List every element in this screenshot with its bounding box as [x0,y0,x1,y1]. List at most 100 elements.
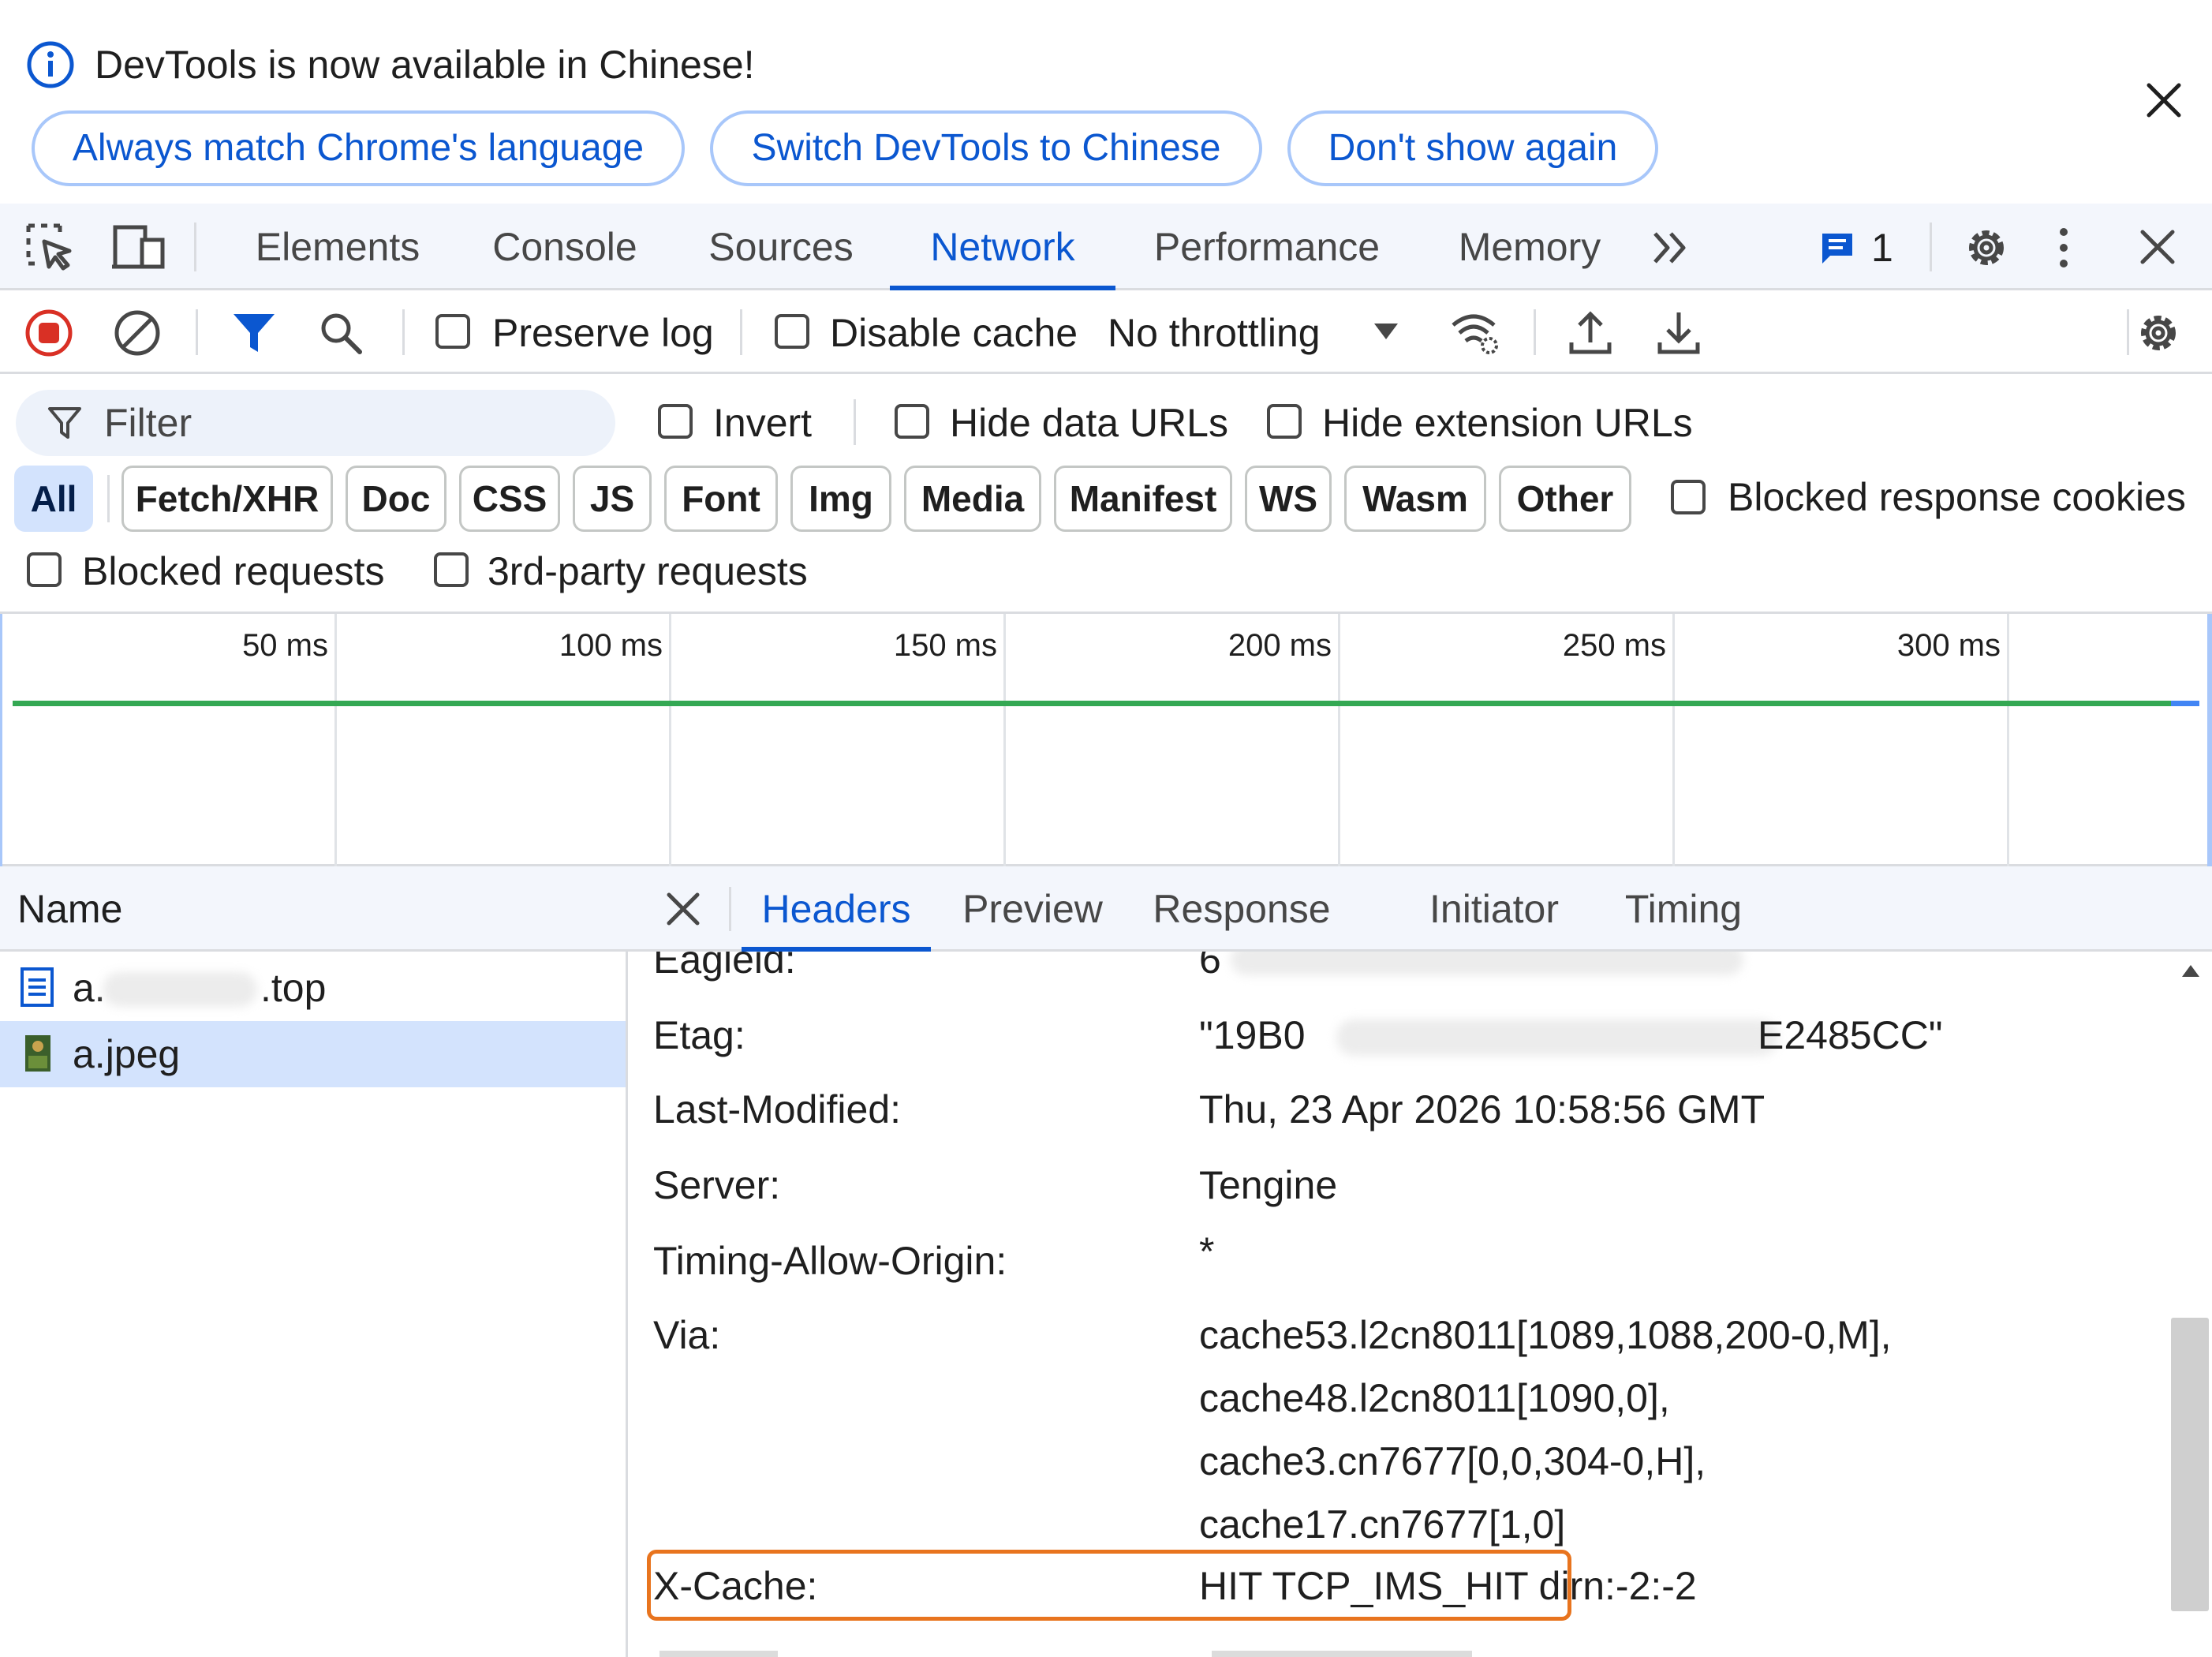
invert-checkbox[interactable] [658,404,693,439]
language-infobar: DevTools is now available in Chinese! Al… [0,0,2212,204]
type-filter-js[interactable]: JS [573,466,652,532]
type-filter-manifest[interactable]: Manifest [1054,466,1232,532]
detail-tab-bar: Headers Preview Response Initiator Timin… [628,866,2212,952]
hide-data-urls-checkbox[interactable] [895,404,929,439]
stop-recording-icon[interactable] [24,308,74,358]
type-filter-media[interactable]: Media [904,466,1041,532]
type-filter-all[interactable]: All [14,466,93,532]
infobar-message: DevTools is now available in Chinese! [95,43,755,87]
hide-extension-urls-label: Hide extension URLs [1322,401,1693,445]
third-party-requests-checkbox[interactable] [434,552,469,587]
timeline-gridline [1672,614,1675,866]
tab-initiator[interactable]: Initiator [1396,866,1592,952]
blocked-response-cookies-checkbox[interactable] [1671,480,1706,514]
name-column-header[interactable]: Name [0,866,628,952]
header-name: Via: [653,1313,721,1357]
throttling-select[interactable]: No throttling [1108,309,1321,357]
info-icon [25,39,76,90]
type-filter-ws[interactable]: WS [1245,466,1332,532]
scrollbar-thumb[interactable] [2171,1318,2209,1611]
header-name: X-Cache: [653,1564,818,1608]
import-har-upload-icon[interactable] [1567,308,1614,358]
type-filter-fetch-xhr[interactable]: Fetch/XHR [121,466,333,532]
request-list: Name a. .top a.jpeg [0,866,628,1657]
filter-funnel-icon[interactable] [230,309,278,357]
timeline-tick-label: 150 ms [893,628,997,663]
timeline-gridline [2007,614,2009,866]
dont-show-again-button[interactable]: Don't show again [1287,110,1658,186]
request-row-selected[interactable]: a.jpeg [0,1021,626,1087]
tab-timing[interactable]: Timing [1605,866,1762,952]
timeline-gridline [1338,614,1340,866]
header-value-line: cache53.l2cn8011[1089,1088,200-0,M], [1199,1313,1892,1357]
disable-cache-label: Disable cache [830,311,1078,355]
settings-gear-icon[interactable] [1961,223,2012,273]
header-value-line: cache3.cn7677[0,0,304-0,H], [1199,1439,1706,1483]
toolbar-divider [729,887,731,931]
blocked-requests-checkbox[interactable] [27,552,62,587]
redacted-blur [103,972,257,1007]
type-filter-doc[interactable]: Doc [346,466,447,532]
scroll-up-arrow-icon[interactable] [2180,963,2201,978]
tab-preview[interactable]: Preview [948,866,1117,952]
type-filter-other[interactable]: Other [1499,466,1631,532]
always-match-language-button[interactable]: Always match Chrome's language [32,110,685,186]
network-conditions-icon[interactable] [1448,308,1504,358]
search-icon[interactable] [317,309,364,357]
more-tabs-chevron-icon[interactable] [1649,226,1693,270]
timeline-gridline [1003,614,1006,866]
header-value: Tengine [1199,1163,1338,1207]
header-value: * [1199,1229,1215,1274]
export-har-download-icon[interactable] [1655,308,1702,358]
tab-elements[interactable]: Elements [237,204,439,290]
type-filter-img[interactable]: Img [790,466,891,532]
network-settings-gear-icon[interactable] [2133,308,2184,358]
issues-count[interactable]: 1 [1871,224,1893,271]
throttling-dropdown-icon[interactable] [1373,320,1399,342]
toolbar-divider [854,399,856,445]
header-name: Timing-Allow-Origin: [653,1239,1007,1283]
network-overview-timeline[interactable]: 50 ms 100 ms 150 ms 200 ms 250 ms 300 ms [0,614,2212,866]
clear-log-icon[interactable] [112,308,163,358]
timeline-tick-label: 250 ms [1562,628,1666,663]
more-options-icon[interactable] [2054,223,2073,273]
request-name-prefix: a. [73,966,106,1010]
next-header-value-cutoff [1212,1651,1472,1657]
third-party-requests-label: 3rd-party requests [488,549,808,593]
tab-performance[interactable]: Performance [1141,204,1393,290]
close-devtools-icon[interactable] [2138,227,2177,267]
tab-console[interactable]: Console [473,204,656,290]
tab-sources[interactable]: Sources [694,204,868,290]
header-name: Etag: [653,1013,745,1057]
type-filter-css[interactable]: CSS [459,466,560,532]
request-row[interactable]: a. .top [0,955,626,1021]
inspect-element-icon[interactable] [25,223,76,273]
switch-to-chinese-button[interactable]: Switch DevTools to Chinese [710,110,1262,186]
close-infobar-icon[interactable] [2143,79,2185,122]
issues-icon[interactable] [1819,230,1855,267]
preserve-log-checkbox[interactable] [435,314,470,349]
redacted-blur [1336,1019,1778,1056]
disable-cache-checkbox[interactable] [775,314,809,349]
blocked-response-cookies-label: Blocked response cookies [1728,475,2186,519]
toolbar-divider [107,475,110,522]
toolbar-divider [1930,223,1932,271]
toolbar-divider [1534,309,1536,355]
timeline-left-handle[interactable] [0,614,9,866]
tab-response[interactable]: Response [1141,866,1343,952]
filter-input[interactable]: Filter [16,390,615,456]
type-filter-wasm[interactable]: Wasm [1344,466,1486,532]
headers-scrollbar[interactable] [2168,952,2212,1657]
name-column-label: Name [17,887,123,931]
hide-extension-urls-checkbox[interactable] [1267,404,1302,439]
tab-memory[interactable]: Memory [1444,204,1616,290]
request-name: a.jpeg [73,1032,181,1076]
device-toolbar-icon[interactable] [110,223,167,273]
request-name-suffix: .top [260,966,327,1010]
tab-headers[interactable]: Headers [742,866,931,952]
timeline-right-handle[interactable] [2199,614,2212,866]
invert-label: Invert [713,401,813,445]
close-details-icon[interactable] [666,892,701,926]
tab-network[interactable]: Network [890,204,1115,290]
type-filter-font[interactable]: Font [664,466,778,532]
